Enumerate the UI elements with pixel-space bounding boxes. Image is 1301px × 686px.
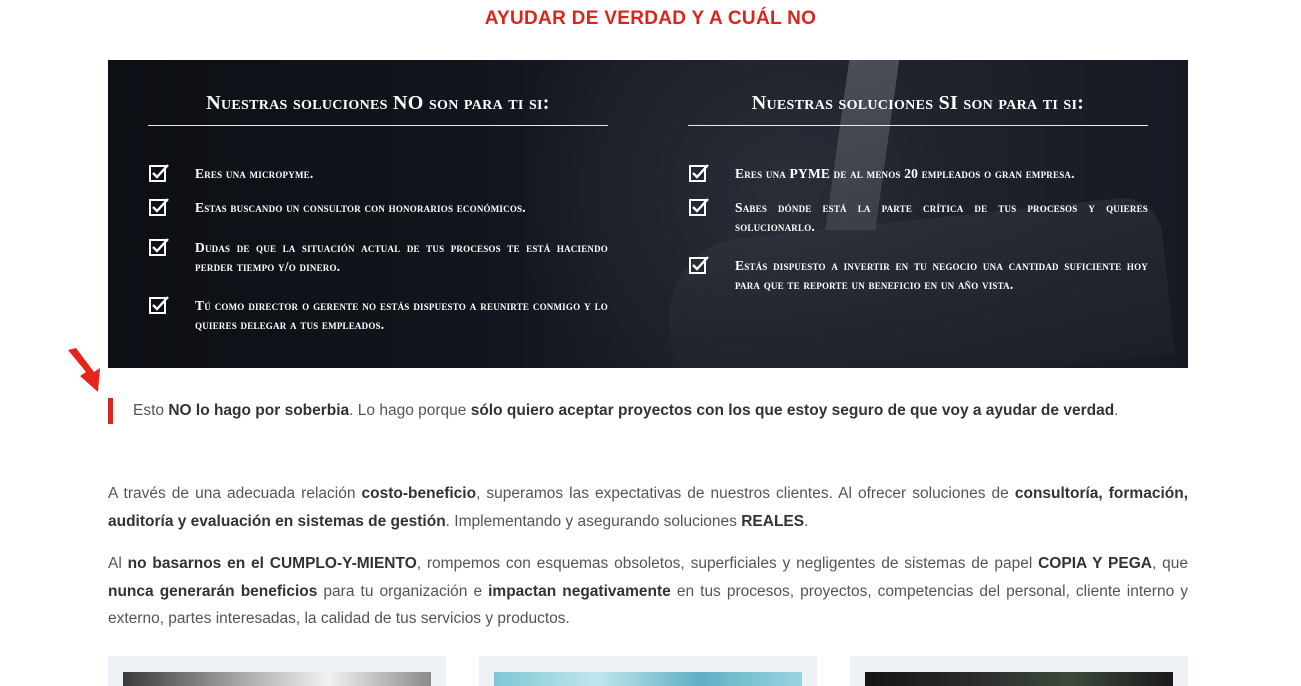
- callout-text: Esto: [133, 402, 169, 419]
- approach-paragraph: Al no basarnos en el CUMPLO-Y-MIENTO, ro…: [108, 550, 1188, 633]
- checkbox-check-icon: [149, 198, 169, 216]
- paragraph-text: Al: [108, 555, 128, 572]
- callout-text: .: [1114, 402, 1119, 419]
- paragraph-text: A través de una adecuada relación: [108, 485, 362, 502]
- service-card[interactable]: [479, 656, 817, 686]
- not-for-you-title: Nuestras soluciones NO son para ti si:: [148, 92, 608, 126]
- checkbox-check-icon: [689, 198, 709, 216]
- list-item-text: Estas buscando un consultor con honorari…: [195, 200, 526, 215]
- paragraph-bold: REALES: [741, 512, 805, 530]
- checkbox-check-icon: [689, 256, 709, 274]
- not-for-you-column: Nuestras soluciones NO son para ti si: E…: [148, 92, 608, 348]
- paragraph-text: . Implementando y asegurando soluciones: [445, 512, 742, 530]
- callout-bold: NO lo hago por soberbia: [168, 402, 350, 419]
- paragraph-bold: costo-beneficio: [361, 485, 477, 502]
- callout-quote: Esto NO lo hago por soberbia. Lo hago po…: [108, 398, 1118, 424]
- list-item: Tú como director o gerente no estás disp…: [148, 296, 608, 334]
- list-item: Sabes dónde está la parte crítica de tus…: [688, 198, 1148, 236]
- paragraph-text: para tu organización e: [317, 582, 489, 600]
- paragraph-text: , superamos las expectativas de nuestros…: [476, 485, 1015, 502]
- card-image: [494, 672, 802, 686]
- list-item-text: Sabes dónde está la parte crítica de tus…: [735, 200, 1148, 234]
- paragraph-text: , que: [1151, 555, 1188, 572]
- paragraph-bold: impactan negativamente: [488, 582, 671, 600]
- for-you-title: Nuestras soluciones SI son para ti si:: [688, 92, 1148, 126]
- list-item: Estas buscando un consultor con honorari…: [148, 198, 608, 218]
- card-image: [865, 672, 1173, 686]
- list-item: Eres una micropyme.: [148, 164, 608, 184]
- list-item: Eres una PYME de al menos 20 empleados o…: [688, 164, 1148, 184]
- paragraph-bold: no basarnos en el CUMPLO-Y-MIENTO: [127, 555, 417, 572]
- checkbox-check-icon: [149, 238, 169, 256]
- list-item-text: Eres una micropyme.: [195, 166, 314, 181]
- for-you-list: Eres una PYME de al menos 20 empleados o…: [688, 164, 1148, 294]
- paragraph-bold: nunca generarán beneficios: [108, 582, 318, 600]
- section-heading: AYUDAR DE VERDAD Y A CUÁL NO: [484, 8, 817, 29]
- service-card[interactable]: [850, 656, 1188, 686]
- paragraph-text: , rompemos con esquemas obsoletos, super…: [416, 555, 1039, 572]
- intro-paragraph: A través de una adecuada relación costo-…: [108, 480, 1188, 535]
- checkbox-check-icon: [689, 164, 709, 182]
- list-item: Estás dispuesto a invertir en tu negocio…: [688, 256, 1148, 294]
- not-for-you-list: Eres una micropyme. Estas buscando un co…: [148, 164, 608, 334]
- callout-bold: sólo quiero aceptar proyectos con los qu…: [470, 402, 1115, 419]
- list-item-text: Tú como director o gerente no estás disp…: [195, 298, 608, 332]
- checkbox-check-icon: [149, 296, 169, 314]
- list-item: Dudas de que la situación actual de tus …: [148, 238, 608, 276]
- list-item-text: Eres una PYME de al menos 20 empleados o…: [735, 166, 1075, 181]
- list-item-text: Estás dispuesto a invertir en tu negocio…: [735, 258, 1148, 292]
- solutions-hero-banner: Nuestras soluciones NO son para ti si: E…: [108, 60, 1188, 368]
- card-image: [123, 672, 431, 686]
- checkbox-check-icon: [149, 164, 169, 182]
- for-you-column: Nuestras soluciones SI son para ti si: E…: [688, 92, 1148, 308]
- red-arrow-icon: [68, 348, 100, 392]
- callout-text: . Lo hago porque: [349, 402, 471, 419]
- paragraph-bold: COPIA Y PEGA: [1038, 555, 1152, 572]
- list-item-text: Dudas de que la situación actual de tus …: [195, 240, 608, 274]
- service-card[interactable]: [108, 656, 446, 686]
- paragraph-text: .: [804, 512, 809, 530]
